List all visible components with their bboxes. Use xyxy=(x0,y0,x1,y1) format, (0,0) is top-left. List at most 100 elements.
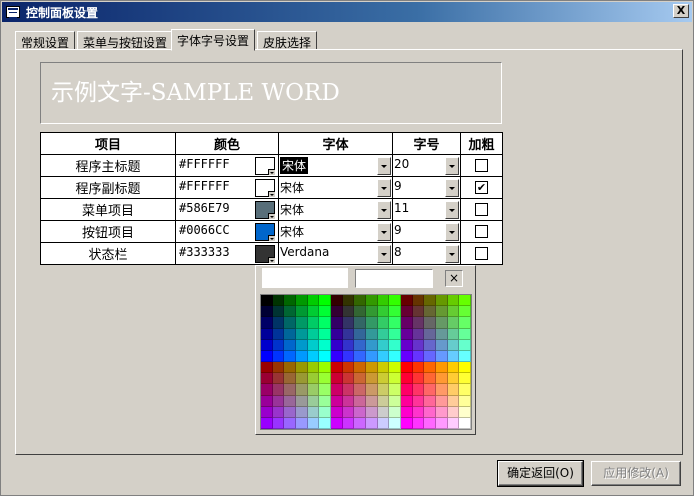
palette-color-cell[interactable] xyxy=(284,395,296,407)
size-dropdown-arrow-icon[interactable] xyxy=(445,223,459,241)
palette-color-cell[interactable] xyxy=(272,373,285,385)
size-dropdown-arrow-icon[interactable] xyxy=(445,179,459,197)
size-select[interactable]: 9 xyxy=(393,221,460,242)
palette-color-cell[interactable] xyxy=(261,384,273,396)
bold-checkbox[interactable] xyxy=(475,225,488,238)
size-select[interactable]: 8 xyxy=(393,243,460,264)
palette-color-cell[interactable] xyxy=(366,295,378,307)
palette-color-cell[interactable] xyxy=(366,395,378,407)
palette-color-cell[interactable] xyxy=(401,406,413,418)
palette-color-cell[interactable] xyxy=(272,406,285,418)
palette-color-cell[interactable] xyxy=(319,350,331,362)
bold-checkbox[interactable]: ✔ xyxy=(475,181,488,194)
palette-color-cell[interactable] xyxy=(284,306,296,318)
font-select[interactable]: 宋体 xyxy=(279,177,392,198)
palette-color-cell[interactable] xyxy=(272,350,285,362)
palette-color-cell[interactable] xyxy=(436,417,448,429)
palette-color-cell[interactable] xyxy=(424,339,436,351)
palette-color-cell[interactable] xyxy=(366,328,378,340)
apply-changes-button[interactable]: 应用修改(A) xyxy=(591,461,681,486)
palette-color-cell[interactable] xyxy=(377,417,390,429)
palette-color-cell[interactable] xyxy=(447,328,460,340)
palette-color-cell[interactable] xyxy=(424,395,436,407)
palette-color-cell[interactable] xyxy=(447,339,460,351)
font-dropdown-arrow-icon[interactable] xyxy=(377,223,391,241)
palette-color-cell[interactable] xyxy=(366,384,378,396)
palette-color-cell[interactable] xyxy=(401,328,413,340)
color-swatch-button[interactable] xyxy=(255,245,275,263)
palette-color-cell[interactable] xyxy=(284,417,296,429)
palette-color-cell[interactable] xyxy=(307,373,320,385)
palette-color-cell[interactable] xyxy=(307,306,320,318)
palette-color-cell[interactable] xyxy=(354,395,366,407)
font-select[interactable]: 宋体 xyxy=(279,221,392,242)
palette-color-cell[interactable] xyxy=(307,317,320,329)
palette-color-cell[interactable] xyxy=(342,350,355,362)
palette-color-cell[interactable] xyxy=(296,362,308,374)
palette-color-cell[interactable] xyxy=(307,339,320,351)
palette-color-cell[interactable] xyxy=(296,406,308,418)
palette-color-cell[interactable] xyxy=(272,417,285,429)
palette-color-cell[interactable] xyxy=(272,362,285,374)
palette-color-cell[interactable] xyxy=(319,384,331,396)
color-swatch-button[interactable] xyxy=(255,157,275,175)
palette-color-cell[interactable] xyxy=(331,417,343,429)
palette-color-cell[interactable] xyxy=(272,384,285,396)
palette-color-cell[interactable] xyxy=(412,295,425,307)
palette-color-cell[interactable] xyxy=(436,339,448,351)
palette-color-cell[interactable] xyxy=(389,373,401,385)
palette-color-cell[interactable] xyxy=(354,417,366,429)
palette-color-cell[interactable] xyxy=(436,295,448,307)
palette-color-cell[interactable] xyxy=(424,417,436,429)
palette-color-cell[interactable] xyxy=(447,350,460,362)
palette-color-cell[interactable] xyxy=(424,295,436,307)
palette-color-cell[interactable] xyxy=(342,395,355,407)
palette-color-cell[interactable] xyxy=(389,406,401,418)
bold-checkbox[interactable] xyxy=(475,247,488,260)
palette-color-cell[interactable] xyxy=(342,373,355,385)
palette-color-cell[interactable] xyxy=(459,417,471,429)
palette-color-cell[interactable] xyxy=(459,317,471,329)
palette-color-cell[interactable] xyxy=(261,317,273,329)
palette-color-cell[interactable] xyxy=(342,417,355,429)
palette-color-cell[interactable] xyxy=(319,306,331,318)
palette-color-cell[interactable] xyxy=(261,350,273,362)
color-hex-input[interactable] xyxy=(355,269,433,288)
palette-color-cell[interactable] xyxy=(342,339,355,351)
palette-color-cell[interactable] xyxy=(331,306,343,318)
palette-color-cell[interactable] xyxy=(331,339,343,351)
palette-color-cell[interactable] xyxy=(261,395,273,407)
palette-color-cell[interactable] xyxy=(401,295,413,307)
palette-color-cell[interactable] xyxy=(401,362,413,374)
palette-color-cell[interactable] xyxy=(354,350,366,362)
font-dropdown-arrow-icon[interactable] xyxy=(377,157,391,175)
palette-color-cell[interactable] xyxy=(377,328,390,340)
palette-color-cell[interactable] xyxy=(459,395,471,407)
palette-color-cell[interactable] xyxy=(447,395,460,407)
palette-color-cell[interactable] xyxy=(331,350,343,362)
palette-color-cell[interactable] xyxy=(424,406,436,418)
palette-color-cell[interactable] xyxy=(401,339,413,351)
palette-color-cell[interactable] xyxy=(272,328,285,340)
color-palette-grid[interactable] xyxy=(260,294,472,430)
palette-color-cell[interactable] xyxy=(366,317,378,329)
palette-color-cell[interactable] xyxy=(366,362,378,374)
palette-color-cell[interactable] xyxy=(412,339,425,351)
palette-color-cell[interactable] xyxy=(366,406,378,418)
palette-color-cell[interactable] xyxy=(377,350,390,362)
palette-color-cell[interactable] xyxy=(307,328,320,340)
palette-color-cell[interactable] xyxy=(307,384,320,396)
palette-color-cell[interactable] xyxy=(319,339,331,351)
palette-color-cell[interactable] xyxy=(412,306,425,318)
palette-color-cell[interactable] xyxy=(424,373,436,385)
palette-color-cell[interactable] xyxy=(412,395,425,407)
palette-color-cell[interactable] xyxy=(377,317,390,329)
palette-color-cell[interactable] xyxy=(366,306,378,318)
palette-color-cell[interactable] xyxy=(296,339,308,351)
palette-color-cell[interactable] xyxy=(377,339,390,351)
palette-color-cell[interactable] xyxy=(331,373,343,385)
palette-color-cell[interactable] xyxy=(424,350,436,362)
palette-color-cell[interactable] xyxy=(377,384,390,396)
palette-color-cell[interactable] xyxy=(436,317,448,329)
font-dropdown-arrow-icon[interactable] xyxy=(377,179,391,197)
